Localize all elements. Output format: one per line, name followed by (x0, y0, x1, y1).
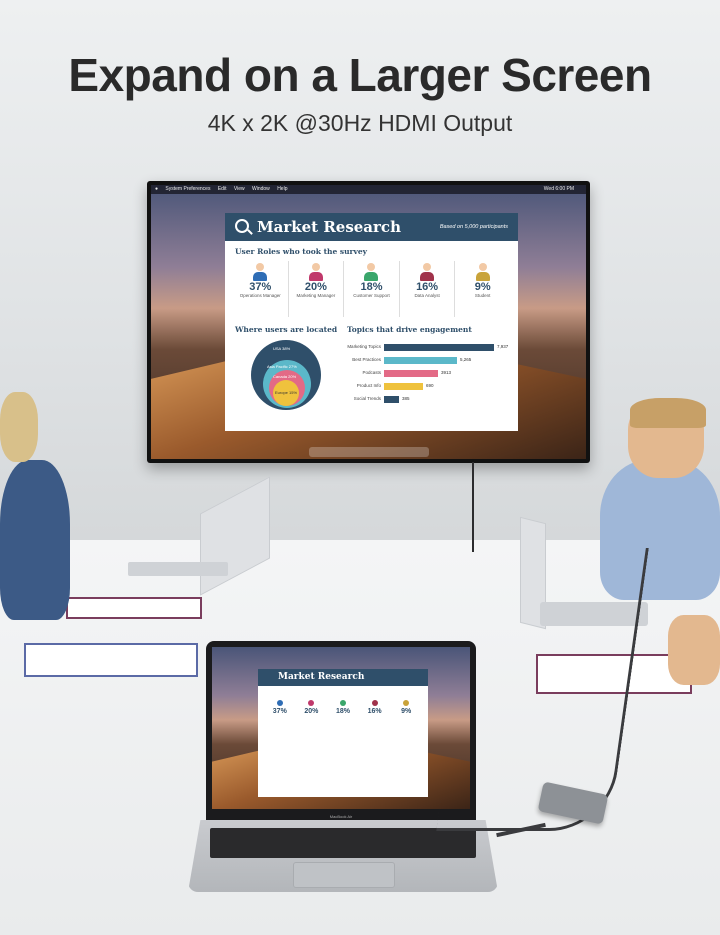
laptop-left-base (128, 562, 228, 576)
person-icon (371, 700, 378, 706)
role-percent: 18% (360, 281, 383, 293)
clipboard-left-front (24, 643, 198, 677)
role-label: Marketing Manager (296, 293, 336, 298)
panel-note: Based on 5,000 participants (439, 224, 508, 230)
dock[interactable] (308, 447, 429, 457)
tv-monitor: ● System Preferences Edit View Window He… (147, 181, 590, 463)
menu-view[interactable]: View (234, 186, 245, 192)
person-icon (253, 263, 268, 281)
search-icon (235, 219, 249, 233)
menu-help[interactable]: Help (277, 186, 287, 192)
topic-label: Podcasts (362, 370, 381, 375)
laptop-roles-row: 37% 20% 18% 16% 9% (258, 686, 428, 715)
role-percent: 16% (416, 281, 439, 293)
laptop-role-percent: 16% (367, 708, 382, 715)
person-left-head (0, 392, 38, 462)
topic-value: 385 (402, 396, 410, 401)
panel-header: Market Research Based on 5,000 participa… (225, 213, 518, 241)
topic-bar (384, 344, 494, 351)
menu-bar: ● System Preferences Edit View Window He… (151, 185, 586, 194)
topic-row: Podcasts 3913 (347, 367, 507, 380)
clipboard-left (66, 597, 202, 619)
laptop-role-item: 18% (327, 700, 359, 715)
label-europe: Europe 15% (275, 390, 298, 395)
person-icon (403, 700, 410, 706)
laptop-panel-title: Market Research (258, 669, 428, 686)
role-item: 37% Operations Manager (233, 261, 289, 317)
label-canada: Canada 20% (273, 374, 297, 379)
role-percent: 9% (474, 281, 491, 293)
menu-window[interactable]: Window (252, 186, 270, 192)
topics-heading: Topics that drive engagement (347, 325, 472, 334)
keyboard[interactable] (210, 828, 476, 858)
topic-label: Social Trends (353, 396, 381, 401)
headline: Expand on a Larger Screen (68, 49, 652, 101)
label-asia-pacific: Asia Pacific 27% (267, 364, 297, 369)
person-icon (339, 700, 346, 706)
person-right-hair (630, 398, 706, 428)
topic-row: Marketing Topics 7,937 (347, 341, 509, 354)
laptop-brand: MacBook Air (329, 814, 353, 819)
person-left (0, 460, 70, 620)
macbook-lid: Market Research 37% 20% 18% 16% 9% MacBook A… (206, 641, 476, 821)
panel-title: Market Research (257, 218, 401, 236)
person-icon (475, 263, 490, 281)
market-research-panel: Market Research Based on 5,000 participa… (225, 213, 518, 431)
role-item: 9% Student (455, 261, 510, 317)
role-label: Student (474, 293, 491, 298)
topic-value: 7,937 (497, 344, 509, 349)
topic-label: Marketing Topics (347, 344, 381, 349)
role-item: 18% Customer Support (344, 261, 400, 317)
role-item: 16% Data Analyst (400, 261, 456, 317)
laptop-role-item: 9% (390, 700, 422, 715)
topic-value: 3913 (441, 370, 452, 375)
apple-icon[interactable]: ● (155, 186, 158, 192)
roles-row: 37% Operations Manager 20% Marketing Manage… (233, 261, 510, 317)
laptop-panel: Market Research 37% 20% 18% 16% 9% (258, 669, 428, 797)
person-right-hands (668, 615, 720, 685)
role-label: Data Analyst (414, 293, 440, 298)
laptop-role-percent: 9% (401, 708, 412, 715)
role-label: Customer Support (353, 293, 390, 298)
subheadline: 4K x 2K @30Hz HDMI Output (207, 110, 513, 136)
menu-edit[interactable]: Edit (218, 186, 227, 192)
role-percent: 37% (249, 281, 272, 293)
person-icon (364, 263, 379, 281)
person-icon (308, 700, 315, 706)
topic-row: Social Trends 385 (347, 393, 507, 406)
laptop-role-item: 20% (296, 700, 328, 715)
location-circles: USA 38% Asia Pacific 27% Canada 20% Euro… (251, 340, 321, 410)
topic-label: Product Info (356, 383, 381, 388)
role-label: Operations Manager (239, 293, 281, 298)
laptop-role-percent: 20% (304, 708, 319, 715)
location-heading: Where users are located (235, 325, 338, 334)
person-icon (420, 263, 435, 281)
tv-cable (472, 462, 474, 552)
role-percent: 20% (304, 281, 327, 293)
tv-screen: ● System Preferences Edit View Window He… (151, 185, 586, 459)
person-icon (276, 700, 283, 706)
topic-bar (384, 383, 423, 390)
label-usa: USA 38% (273, 346, 291, 351)
laptop-role-item: 37% (264, 700, 296, 715)
roles-heading: User Roles who took the survey (235, 247, 368, 256)
topic-value: 5,265 (460, 357, 472, 362)
topic-bar (384, 396, 399, 403)
menu-clock: Wed 6:00 PM (543, 186, 574, 192)
topic-row: Best Practices 5,265 (347, 354, 507, 367)
topic-bar (384, 370, 438, 377)
laptop-role-item: 16% (359, 700, 391, 715)
topic-row: Product Info 690 (347, 380, 507, 393)
person-icon (308, 263, 323, 281)
trackpad[interactable] (293, 862, 395, 888)
topic-bar (384, 357, 457, 364)
role-item: 20% Marketing Manager (289, 261, 345, 317)
topic-label: Best Practices (352, 357, 381, 362)
laptop-role-percent: 37% (272, 708, 287, 715)
topic-value: 690 (426, 383, 434, 388)
laptop-role-percent: 18% (335, 708, 350, 715)
macbook-screen: Market Research 37% 20% 18% 16% 9% (212, 647, 470, 809)
menu-system-preferences[interactable]: System Preferences (165, 186, 210, 192)
topics-bar-chart: Marketing Topics 7,937 Best Practices 5,265… (347, 341, 509, 406)
